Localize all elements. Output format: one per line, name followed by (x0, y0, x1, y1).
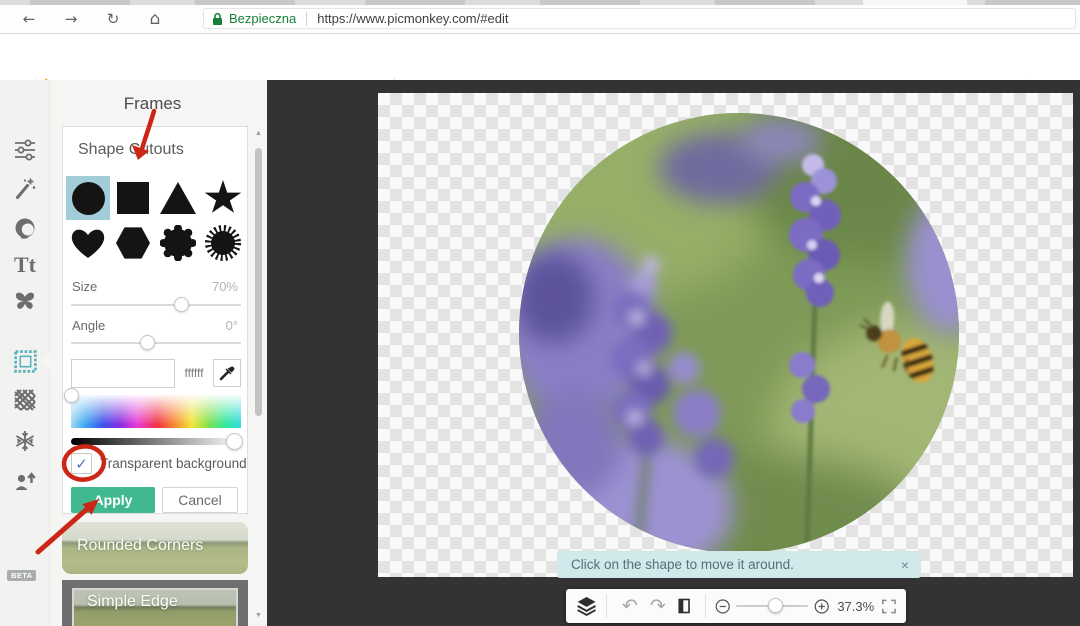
undo-button[interactable]: ↶ (616, 597, 644, 616)
url-text[interactable]: https://www.picmonkey.com/#edit (317, 11, 508, 26)
angle-slider[interactable] (71, 342, 241, 344)
sidebar-item-themes[interactable] (0, 424, 50, 458)
sidebar-item-text[interactable]: Tt (0, 248, 50, 282)
sidebar-item-touch-up[interactable] (0, 211, 50, 245)
flip-canvas-icon[interactable] (676, 595, 692, 617)
editor-toolbar: Editor Open Save (0, 34, 1080, 81)
sidebar-item-collage-share[interactable] (0, 465, 50, 499)
brightness-slider-handle[interactable] (226, 433, 243, 450)
hue-saturation-picker[interactable] (71, 395, 241, 428)
starburst-shape-icon (204, 224, 242, 262)
shape-cutout-photo[interactable] (519, 113, 959, 553)
address-bar[interactable]: Bezpieczna https://www.picmonkey.com/#ed… (203, 8, 1076, 29)
scroll-up-icon[interactable]: ▲ (254, 130, 263, 137)
frame-option-simple-edge[interactable]: Simple Edge (62, 580, 248, 626)
shape-tile-heart[interactable] (66, 221, 110, 265)
shape-cutouts-card: Shape Cutouts (62, 126, 248, 514)
forward-icon[interactable]: → (58, 10, 84, 28)
cancel-button[interactable]: Cancel (162, 487, 238, 513)
hexagon-shape-icon (116, 226, 150, 260)
angle-value: 0° (226, 318, 238, 333)
scrollbar-thumb[interactable] (255, 148, 262, 416)
person-upload-icon (13, 470, 37, 494)
toolbar-divider (606, 594, 607, 618)
shape-grid (66, 176, 246, 265)
size-value: 70% (212, 279, 238, 294)
back-icon[interactable]: ← (16, 10, 42, 28)
heart-shape-icon (70, 227, 106, 260)
circle-shape-icon (72, 182, 105, 215)
padlock-icon (212, 12, 223, 26)
tooltip-text: Click on the shape to move it around. (571, 557, 901, 572)
eyedropper-icon (218, 364, 236, 382)
simple-edge-label: Simple Edge (87, 593, 178, 611)
scroll-down-icon[interactable]: ▼ (254, 612, 263, 619)
redo-button[interactable]: ↷ (644, 597, 672, 616)
snowflake-icon (13, 429, 37, 453)
sliders-icon (13, 138, 37, 162)
sidebar-item-basic-edits[interactable] (0, 133, 50, 167)
frame-option-rounded-corners[interactable]: Rounded Corners (62, 522, 248, 574)
transparent-background-checkbox[interactable]: ✓ (71, 453, 92, 474)
color-swatch[interactable] (71, 359, 175, 388)
canvas-tooltip: Click on the shape to move it around. × (557, 551, 921, 578)
sidebar-item-textures[interactable] (0, 383, 50, 417)
apply-button[interactable]: Apply (71, 487, 155, 513)
zoom-percent-value: 37.3% (837, 599, 874, 614)
transparent-background-label: Transparent background (100, 456, 247, 471)
shape-tile-square[interactable] (111, 176, 155, 220)
magic-wand-icon (13, 177, 37, 201)
wig-icon (13, 216, 37, 240)
picmonkey-editor-window: ← → ↻ ⌂ Bezpieczna https://www.picmonkey… (0, 0, 1080, 626)
zoom-slider[interactable] (736, 605, 808, 607)
sidebar-item-overlays[interactable] (0, 284, 50, 318)
active-tool-pointer (41, 352, 50, 370)
star-shape-icon (204, 180, 242, 216)
zoom-slider-handle[interactable] (768, 598, 783, 613)
frame-icon (13, 349, 38, 374)
triangle-shape-icon (160, 182, 196, 214)
browser-toolbar: ← → ↻ ⌂ Bezpieczna https://www.picmonkey… (0, 5, 1080, 34)
shape-tile-circle[interactable] (66, 176, 110, 220)
eyedropper-button[interactable] (213, 359, 241, 387)
texture-lattice-icon (13, 388, 37, 412)
rounded-corners-label: Rounded Corners (77, 537, 203, 555)
color-hex-value[interactable]: ffffff (177, 366, 211, 380)
brightness-slider[interactable] (71, 438, 241, 445)
shape-tile-star[interactable] (201, 176, 245, 220)
url-divider (306, 12, 307, 26)
shape-tile-scalloped[interactable] (156, 221, 200, 265)
zoom-out-icon[interactable] (715, 597, 730, 616)
card-title: Shape Cutouts (78, 141, 184, 159)
shape-tile-triangle[interactable] (156, 176, 200, 220)
toolbar-divider (705, 594, 706, 618)
size-slider-handle[interactable] (174, 297, 189, 312)
tooltip-close-icon[interactable]: × (901, 557, 909, 573)
shape-tile-hexagon[interactable] (111, 221, 155, 265)
hue-picker-handle[interactable] (64, 388, 79, 403)
butterfly-icon (13, 290, 37, 312)
zoom-in-icon[interactable] (814, 597, 829, 616)
frames-panel: Frames Shape Cutouts (50, 80, 267, 626)
size-slider[interactable] (71, 304, 241, 306)
square-shape-icon (117, 182, 149, 214)
angle-slider-handle[interactable] (140, 335, 155, 350)
text-tool-icon: Tt (14, 252, 36, 278)
sidebar-item-effects[interactable] (0, 172, 50, 206)
shape-tile-starburst[interactable] (201, 221, 245, 265)
reload-icon[interactable]: ↻ (100, 10, 126, 28)
home-icon[interactable]: ⌂ (142, 9, 168, 29)
angle-label: Angle (72, 318, 105, 333)
scalloped-circle-shape-icon (160, 225, 196, 261)
layers-icon[interactable] (576, 594, 597, 618)
security-label[interactable]: Bezpieczna (229, 11, 296, 26)
panel-title: Frames (50, 94, 255, 114)
size-label: Size (72, 279, 97, 294)
panel-scrollbar[interactable]: ▲ ▼ (254, 130, 263, 620)
tool-beta-badge: BETA (7, 570, 36, 581)
checkmark-icon: ✓ (75, 455, 88, 473)
canvas-bottom-toolbar: ↶ ↷ 37.3% (566, 589, 906, 623)
fullscreen-icon[interactable] (882, 598, 896, 615)
